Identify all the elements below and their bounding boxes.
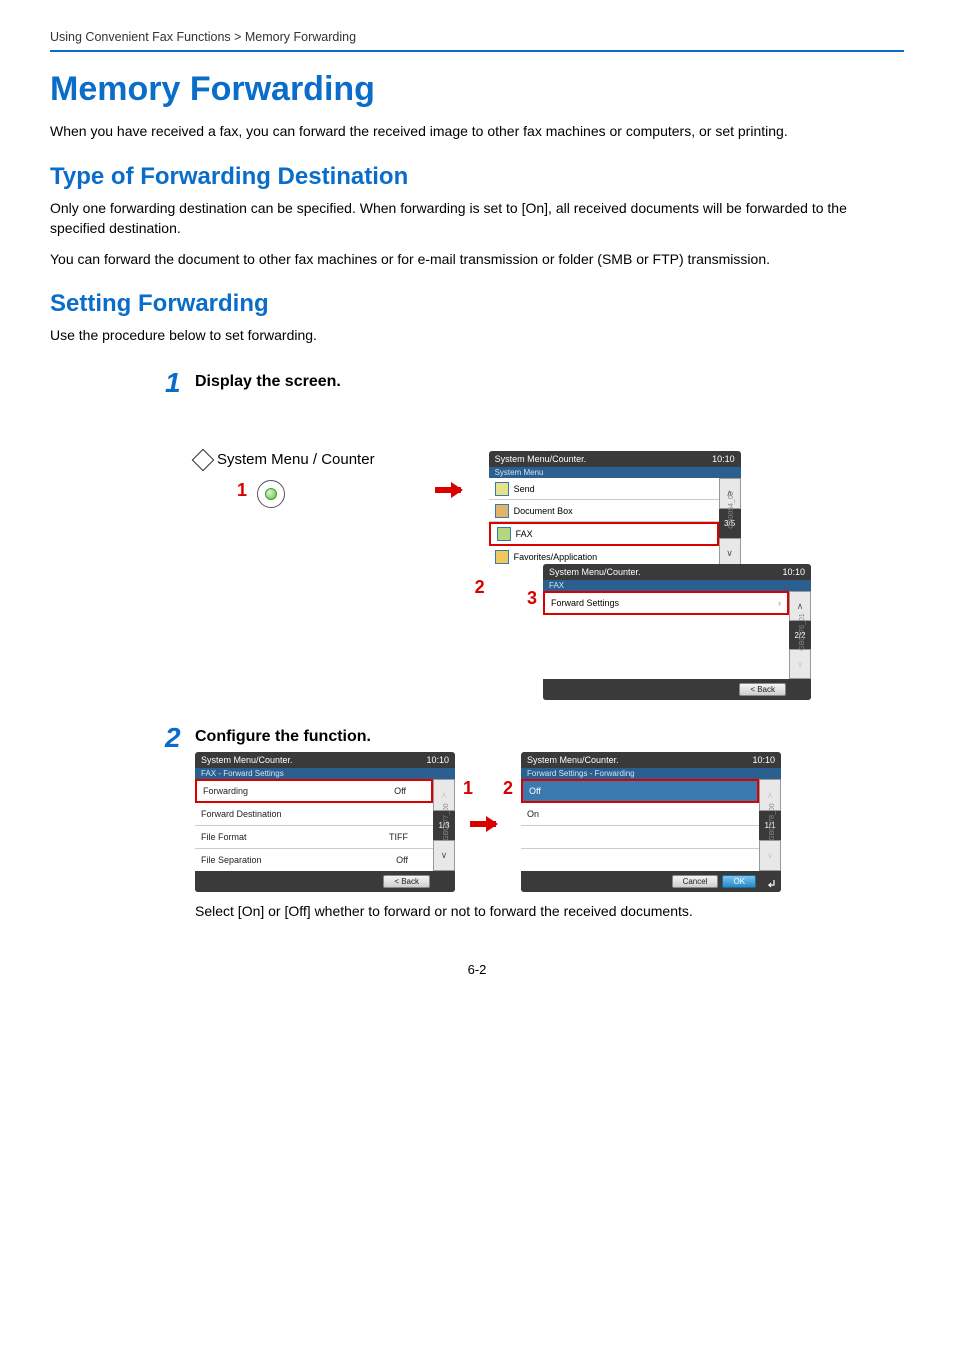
star-icon	[495, 550, 509, 564]
step1-marker-1: 1	[237, 480, 247, 501]
menu-item-docbox[interactable]: Document Box	[489, 500, 719, 522]
menu-item-forward-settings[interactable]: Forward Settings ›	[543, 591, 789, 615]
step2-marker-2: 2	[503, 778, 513, 799]
arrow-right-icon	[470, 817, 506, 831]
step-number-2: 2	[165, 722, 181, 754]
menu-item-send[interactable]: Send	[489, 478, 719, 500]
screen-b-crumb: FAX	[543, 580, 811, 591]
screen-2a-time: 10:10	[426, 755, 449, 765]
scroll-down-button[interactable]: ∨	[789, 649, 811, 679]
row-forwarding[interactable]: Forwarding Off	[195, 779, 433, 803]
screen-2a-header: System Menu/Counter.	[201, 755, 293, 765]
step-2-note: Select [On] or [Off] whether to forward …	[195, 902, 904, 922]
figure-ref-2a: GB0377_00	[443, 804, 450, 841]
step-2-title: Configure the function.	[195, 728, 904, 746]
physical-button[interactable]	[257, 480, 285, 508]
row-forward-destination[interactable]: Forward Destination	[195, 803, 433, 826]
section-type-p1: Only one forwarding destination can be s…	[50, 199, 904, 238]
screen-a-header: System Menu/Counter.	[495, 454, 587, 464]
screen-system-menu: System Menu/Counter. 10:10 System Menu S…	[489, 451, 741, 568]
screen-a-time: 10:10	[712, 454, 735, 464]
enter-icon	[766, 879, 776, 889]
option-on[interactable]: On	[521, 803, 759, 826]
screen-b-header: System Menu/Counter.	[549, 567, 641, 577]
figure-ref-b: GB0376_01	[799, 614, 806, 651]
cancel-button[interactable]: Cancel	[672, 875, 719, 888]
section-setting-p1: Use the procedure below to set forwardin…	[50, 326, 904, 346]
option-off[interactable]: Off	[521, 779, 759, 803]
screen-2b-time: 10:10	[753, 755, 776, 765]
section-type-p2: You can forward the document to other fa…	[50, 250, 904, 270]
ok-button[interactable]: OK	[722, 875, 756, 888]
step1-marker-2: 2	[475, 577, 485, 598]
send-icon	[495, 482, 509, 496]
screen-a-crumb: System Menu	[489, 467, 741, 478]
menu-item-fax[interactable]: FAX	[489, 522, 719, 546]
section-setting-heading: Setting Forwarding	[50, 290, 904, 318]
button-led-icon	[265, 488, 277, 500]
page-number: 6-2	[50, 962, 904, 977]
back-button[interactable]: < Back	[383, 875, 430, 888]
arrow-right-icon	[435, 483, 471, 497]
screen-2b-crumb: Forward Settings - Forwarding	[521, 768, 781, 779]
page-title: Memory Forwarding	[50, 70, 904, 109]
chevron-right-icon: ›	[772, 592, 781, 614]
screen-forward-settings-list: System Menu/Counter. 10:10 FAX - Forward…	[195, 752, 455, 892]
step1-marker-3: 3	[527, 588, 537, 609]
breadcrumb: Using Convenient Fax Functions > Memory …	[50, 30, 904, 52]
row-file-format[interactable]: File Format TIFF	[195, 826, 433, 849]
screen-forwarding-onoff: System Menu/Counter. 10:10 Forward Setti…	[521, 752, 781, 892]
box-icon	[495, 504, 509, 518]
screen-fax-forward: System Menu/Counter. 10:10 FAX Forward S…	[543, 564, 811, 700]
figure-ref-a: GB0054_03	[728, 491, 735, 528]
fax-icon	[497, 527, 511, 541]
screen-2a-crumb: FAX - Forward Settings	[195, 768, 455, 779]
screen-b-time: 10:10	[782, 567, 805, 577]
empty-row	[521, 826, 759, 849]
scroll-down-button[interactable]: ∨	[759, 840, 781, 871]
section-type-heading: Type of Forwarding Destination	[50, 163, 904, 191]
empty-row	[521, 849, 759, 871]
row-file-separation[interactable]: File Separation Off	[195, 849, 433, 871]
diamond-icon	[192, 449, 215, 472]
scroll-down-button[interactable]: ∨	[433, 840, 455, 871]
step-1-title: Display the screen.	[195, 373, 904, 391]
back-button[interactable]: < Back	[739, 683, 786, 696]
intro-text: When you have received a fax, you can fo…	[50, 123, 904, 139]
step-number-1: 1	[165, 367, 181, 399]
step2-marker-1: 1	[463, 778, 473, 799]
screen-2b-header: System Menu/Counter.	[527, 755, 619, 765]
figure-ref-2b: GB0378_00	[769, 804, 776, 841]
system-menu-counter-label: System Menu / Counter	[195, 451, 375, 468]
